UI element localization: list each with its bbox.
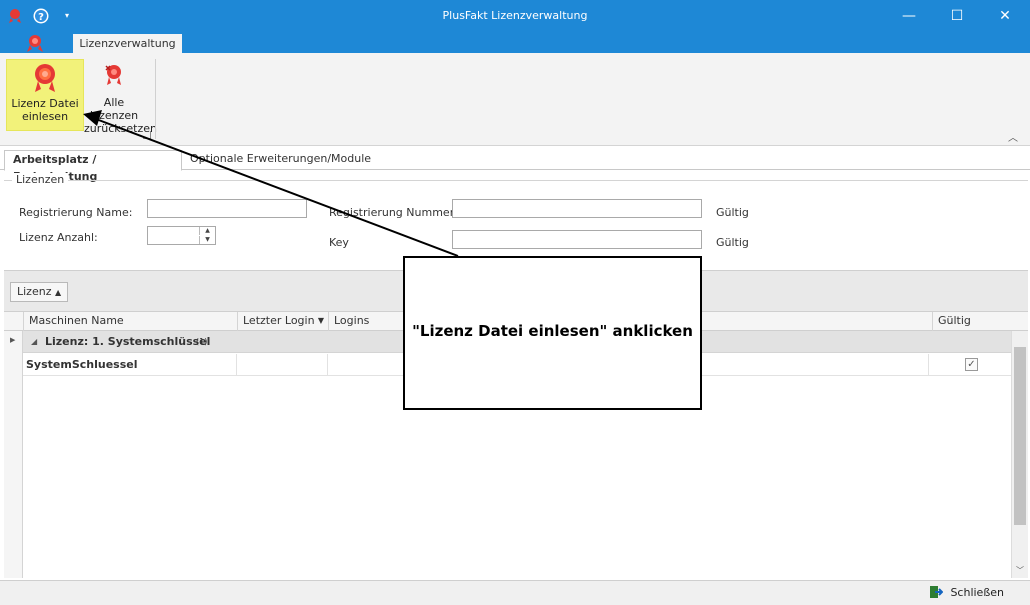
group-launcher-icon[interactable] [143,131,151,139]
groupbox-legend: Lizenzen [12,173,69,186]
maximize-button[interactable]: ☐ [934,0,980,32]
read-license-file-button[interactable]: Lizenz Datei einlesen [6,59,84,131]
ribbon-group-divider [155,59,156,139]
row-indicator-column: ▶ [4,331,23,578]
close-window-button[interactable]: ✕ [982,0,1028,32]
status-bar: Schließen [0,580,1030,605]
reg-number-input[interactable] [452,199,702,218]
tab-optionale-erweiterungen[interactable]: Optionale Erweiterungen/Module [190,150,371,170]
cell-machine-name: SystemSchluessel [26,358,138,371]
scroll-down-icon[interactable]: ﹀ [1016,565,1024,576]
close-button[interactable]: Schließen [929,585,1004,599]
minimize-button[interactable]: — [886,0,932,32]
reg-number-valid-label: Gültig [716,206,749,219]
column-last-login-label: Letzter Login [243,314,315,327]
license-reset-icon [105,65,121,85]
window-title: PlusFakt Lizenzverwaltung [442,9,588,22]
reset-all-licenses-button[interactable]: Alle Lizenzen zurücksetzen [84,59,157,135]
license-count-stepper[interactable]: ▲ ▼ [147,226,216,245]
group-by-lizenz-chip[interactable]: Lizenz ▲ [10,282,69,302]
tab-lizenzverwaltung[interactable]: Lizenzverwaltung [73,34,182,53]
license-count-label: Lizenz Anzahl: [19,231,98,244]
callout-text: "Lizenz Datei einlesen" anklicken [412,322,693,340]
reg-name-input[interactable] [147,199,307,218]
scrollbar-thumb[interactable] [1014,347,1026,525]
close-button-label: Schließen [950,586,1004,599]
collapse-ribbon-icon[interactable]: ︿ [1008,129,1018,144]
instruction-callout: "Lizenz Datei einlesen" anklicken [403,256,702,410]
spin-up-icon[interactable]: ▲ [199,227,215,235]
column-last-login[interactable]: Letzter Login ▼ [237,312,328,331]
filter-dropdown-icon[interactable]: ▼ [318,312,324,330]
read-license-label-1: Lizenz Datei [11,97,79,110]
license-groupbox: Lizenzen Registrierung Name: Lizenz Anza… [4,173,1028,266]
group-row-count: (1) [196,337,208,346]
cell-divider [327,354,328,375]
column-machine-name[interactable]: Maschinen Name [23,312,237,331]
expand-group-icon[interactable]: ◢ [31,331,37,352]
vertical-scrollbar[interactable]: ﹀ [1011,331,1028,578]
ribbon-tab-strip: Lizenzverwaltung [0,32,1030,53]
title-bar: ? ▾ PlusFakt Lizenzverwaltung — ☐ ✕ [0,0,1030,32]
current-row-icon: ▶ [10,336,16,344]
exit-door-icon [929,586,944,598]
ribbon-panel: Lizenz Datei einlesen Alle Lizenzen zurü… [0,53,1030,146]
read-license-label-2: einlesen [21,110,69,123]
group-chip-label: Lizenz [17,285,52,298]
app-menu-icon[interactable] [18,33,52,53]
cell-divider [236,354,237,375]
tab-arbeitsplatz[interactable]: Arbeitsplatz / Freischaltung [4,150,182,183]
spin-down-icon[interactable]: ▼ [199,236,215,244]
cell-divider [928,354,929,375]
reset-licenses-label-2: zurücksetzen [84,122,157,135]
page-tabs: Arbeitsplatz / Freischaltung Optionale E… [0,146,1030,183]
key-valid-label: Gültig [716,236,749,249]
license-badge-icon [35,64,55,92]
key-label: Key [329,236,349,249]
reset-licenses-label-1: Alle Lizenzen [89,96,139,122]
reg-name-label: Registrierung Name: [19,206,133,219]
sort-asc-icon: ▲ [54,288,62,297]
reg-number-label: Registrierung Nummer: [329,206,458,219]
key-input[interactable] [452,230,702,249]
group-row-label: Lizenz: 1. Systemschlüssel [45,335,211,348]
column-valid[interactable]: Gültig [932,312,1011,331]
valid-checkbox[interactable]: ✓ [965,358,978,371]
